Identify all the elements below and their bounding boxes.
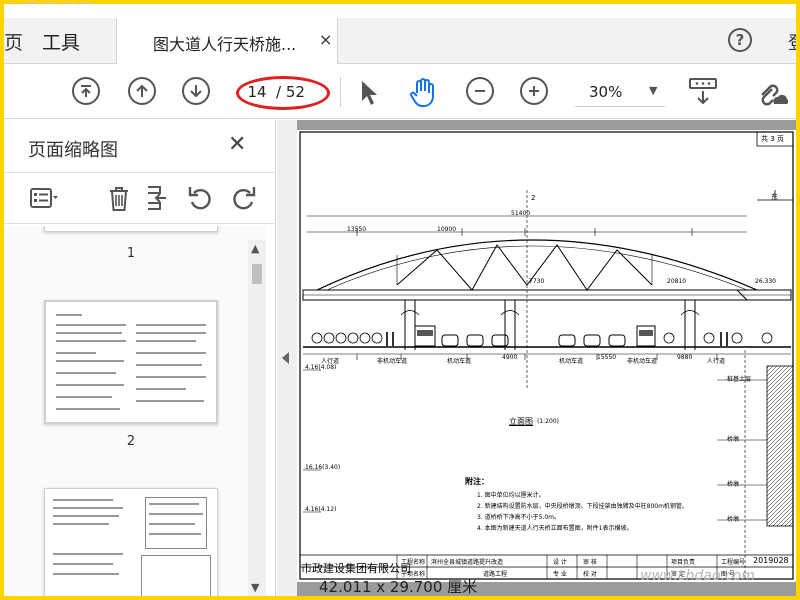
- page-thumbnail[interactable]: [44, 488, 218, 596]
- document-view[interactable]: 共 3 页 东 2 51400 13550 10900 7730 20810 2…: [297, 120, 796, 596]
- engineering-drawing-page: 共 3 页 东 2 51400 13550 10900 7730 20810 2…: [297, 130, 796, 582]
- scroll-mode-icon[interactable]: [688, 77, 718, 107]
- dimension-label: 13550: [347, 226, 367, 233]
- thumbnail-toolbar: [4, 172, 276, 224]
- previous-page-button[interactable]: [128, 77, 156, 105]
- road-label: 人行道: [707, 358, 726, 365]
- close-panel-icon[interactable]: ✕: [228, 132, 246, 157]
- elevation-label: 16.16(3.40): [305, 464, 341, 471]
- share-link-icon[interactable]: [756, 79, 788, 107]
- panel-collapse-strip[interactable]: [277, 120, 297, 596]
- dimension-label: 15550: [597, 354, 617, 361]
- page-thumbnail-selected[interactable]: [44, 300, 218, 424]
- tab-tools[interactable]: 工具: [42, 28, 80, 55]
- direction-label: 东: [771, 193, 778, 201]
- trash-icon[interactable]: [104, 183, 134, 213]
- title-block-cell: 专 业: [553, 571, 567, 578]
- page-number-label: 1: [126, 246, 136, 261]
- title-block-cell: 审 核: [583, 559, 597, 566]
- company-name: 市政建设集团有限公司: [301, 562, 411, 575]
- title-block-cell: 项目负责: [671, 559, 696, 566]
- layer-label: 桩基土层: [727, 376, 752, 383]
- note-line: 2. 新建结构设置防水层，中央段桥墩顶、下段挂架由独臂及中柱800m机钢管。: [477, 503, 688, 510]
- tab-home[interactable]: 页: [4, 28, 23, 55]
- thumbnail-scrollbar[interactable]: ▲ ▼: [248, 240, 266, 596]
- next-page-button[interactable]: [182, 77, 210, 105]
- dimension-label: 51400: [511, 210, 531, 217]
- watermark-url: www.chdao.com: [640, 568, 755, 584]
- panel-title: 页面缩略图: [28, 140, 118, 161]
- first-page-button[interactable]: [72, 77, 100, 105]
- zoom-value: 30%: [589, 83, 623, 101]
- title-block-cell: 设 计: [553, 559, 567, 566]
- toolbar: 14 / 52 30% ▼: [4, 65, 796, 119]
- layer-label: 桥墩: [727, 481, 740, 488]
- dimension-label: 7730: [529, 278, 545, 285]
- page-total: / 52: [276, 83, 305, 101]
- hand-tool-icon[interactable]: [408, 77, 438, 109]
- note-line: 3. 道桥桥下净高不小于5.0m。: [477, 514, 561, 521]
- tab-document-title: 图大道人行天桥施...: [153, 35, 297, 54]
- notes-title: 附注：: [465, 477, 489, 486]
- zoom-dropdown[interactable]: 30% ▼: [575, 77, 665, 107]
- dropdown-arrow-icon: ▼: [649, 84, 658, 97]
- tab-document[interactable]: 图大道人行天桥施... ×: [116, 18, 338, 64]
- layer-label: 桥墩: [727, 436, 740, 443]
- collapse-left-icon[interactable]: [282, 352, 289, 364]
- scroll-down-icon[interactable]: ▼: [251, 581, 259, 594]
- rotate-left-icon[interactable]: [186, 183, 216, 213]
- section-scale: (1:200): [537, 418, 559, 425]
- close-tab-icon[interactable]: ×: [319, 30, 332, 49]
- arrow-up-icon: [136, 84, 148, 97]
- toolbar-divider: [340, 77, 341, 107]
- note-line: 1. 图中单位均以厘米计。: [477, 492, 545, 499]
- page-thumbnail[interactable]: [44, 226, 218, 232]
- elevation-label: 4.16(4.12): [305, 506, 337, 513]
- dimension-label: 10900: [437, 226, 457, 233]
- scroll-up-icon[interactable]: ▲: [251, 242, 259, 255]
- help-icon[interactable]: ?: [728, 28, 752, 52]
- acrobat-window: 页 工具 图大道人行天桥施... × ? 登 14 / 52: [4, 4, 796, 596]
- zoom-underline: [575, 106, 665, 107]
- rotate-right-icon[interactable]: [228, 183, 258, 213]
- section-title: 立面图: [509, 417, 533, 426]
- page-number-label: 2: [126, 434, 136, 449]
- arrow-down-icon: [190, 85, 202, 98]
- zoom-out-button[interactable]: [466, 77, 494, 105]
- road-label: 非机动车道: [377, 358, 408, 365]
- title-block-cell: 工程名称: [401, 559, 426, 566]
- plus-icon: [529, 86, 539, 96]
- page-size-status: 42.011 x 29.700 厘米: [319, 578, 478, 596]
- extract-pages-icon[interactable]: [144, 183, 174, 213]
- page-thumbnails-panel: 页面缩略图 ✕ 1 2 ▲ ▼: [4, 120, 276, 596]
- title-block-cell: 工程编号: [721, 559, 746, 566]
- dimension-label: 2: [531, 194, 536, 202]
- sheet-counter: 共 3 页: [761, 135, 784, 143]
- road-label: 非机动车道: [627, 358, 658, 365]
- page-number-input[interactable]: 14: [242, 83, 272, 103]
- road-label: 机动车道: [447, 358, 472, 365]
- dimension-label: 20810: [667, 278, 687, 285]
- options-menu-icon[interactable]: [28, 183, 58, 213]
- dimension-label: 26.330: [755, 278, 776, 285]
- title-block-cell: 滨州全县城镇道路提升改造: [431, 559, 504, 566]
- note-line: 4. 本图为新建天道人行天桥立面布置图，附件1表示横坡。: [477, 525, 633, 532]
- zoom-in-button[interactable]: [520, 77, 548, 105]
- title-block-cell: 校 对: [583, 571, 597, 578]
- select-tool-icon[interactable]: [359, 79, 381, 107]
- signin-link[interactable]: 登: [788, 29, 796, 55]
- title-block-cell: 道路工程: [483, 571, 508, 578]
- minus-icon: [475, 90, 485, 92]
- scroll-thumb[interactable]: [252, 264, 262, 284]
- road-label: 机动车道: [559, 358, 584, 365]
- thumbnail-list: 1 2: [4, 226, 266, 596]
- first-page-icon: [81, 85, 91, 97]
- layer-label: 桥墩: [727, 516, 740, 523]
- dimension-label: 9880: [677, 354, 693, 361]
- elevation-label: 4.16(4.08): [305, 364, 337, 371]
- dimension-label: 4900: [502, 354, 518, 361]
- tab-bar: 页 工具 图大道人行天桥施... × ? 登: [4, 18, 796, 64]
- project-number: 2019028: [753, 556, 789, 565]
